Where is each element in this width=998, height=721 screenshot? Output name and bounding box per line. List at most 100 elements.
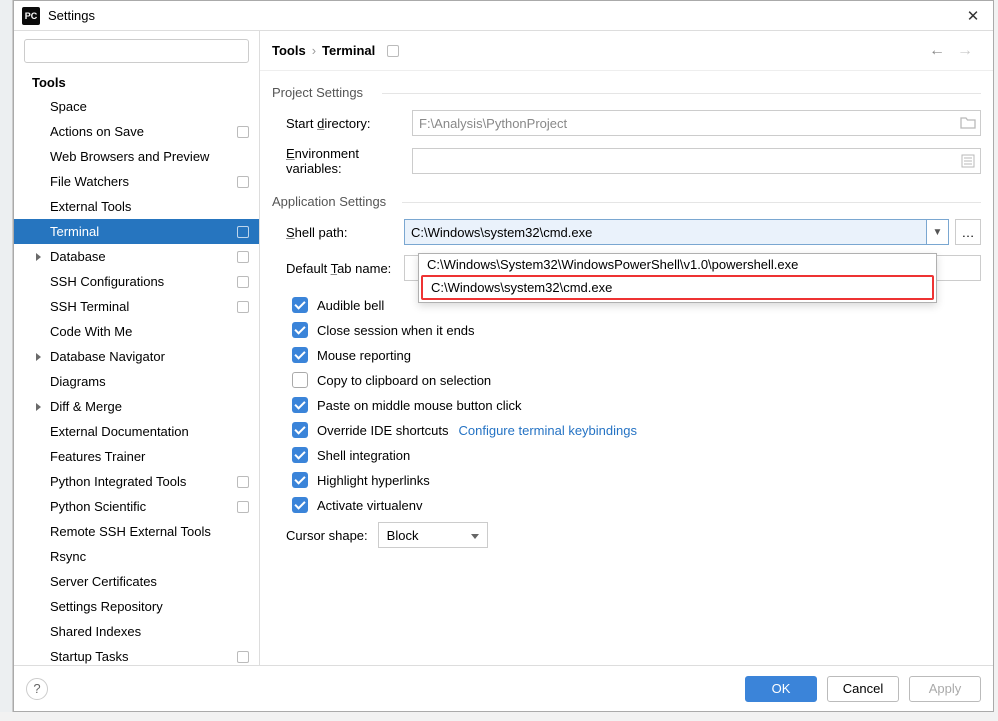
- project-scope-flag-icon: [237, 251, 249, 263]
- option-row: Close session when it ends: [272, 322, 981, 338]
- chevron-right-icon: ›: [312, 43, 316, 58]
- folder-icon[interactable]: [960, 115, 976, 131]
- checkbox-label[interactable]: Override IDE shortcuts: [317, 423, 449, 438]
- sidebar-item-diff-merge[interactable]: Diff & Merge: [14, 394, 259, 419]
- checkbox[interactable]: [292, 497, 308, 513]
- sidebar-item-ssh-terminal[interactable]: SSH Terminal: [14, 294, 259, 319]
- option-row: Activate virtualenv: [272, 497, 981, 513]
- sidebar-item-startup-tasks[interactable]: Startup Tasks: [14, 644, 259, 665]
- project-scope-flag-icon: [237, 301, 249, 313]
- sidebar-item-external-documentation[interactable]: External Documentation: [14, 419, 259, 444]
- tree-heading-tools[interactable]: Tools: [14, 69, 259, 94]
- checkbox[interactable]: [292, 472, 308, 488]
- section-application-settings: Application Settings: [272, 194, 981, 209]
- option-row: Shell integration: [272, 447, 981, 463]
- sidebar-item-label: External Tools: [50, 199, 131, 214]
- label-shell-path: Shell path:: [272, 225, 404, 240]
- checkbox-label[interactable]: Audible bell: [317, 298, 384, 313]
- checkbox-label[interactable]: Close session when it ends: [317, 323, 475, 338]
- list-icon[interactable]: [960, 153, 976, 169]
- project-scope-flag-icon: [237, 226, 249, 238]
- env-variables-input[interactable]: [412, 148, 981, 174]
- project-scope-flag-icon: [237, 651, 249, 663]
- dropdown-item-powershell[interactable]: C:\Windows\System32\WindowsPowerShell\v1…: [419, 254, 936, 275]
- sidebar-item-label: Diff & Merge: [50, 399, 122, 414]
- sidebar-item-features-trainer[interactable]: Features Trainer: [14, 444, 259, 469]
- ok-button[interactable]: OK: [745, 676, 817, 702]
- sidebar-item-space[interactable]: Space: [14, 94, 259, 119]
- shell-path-dropdown: C:\Windows\System32\WindowsPowerShell\v1…: [418, 253, 937, 303]
- checkbox-label[interactable]: Activate virtualenv: [317, 498, 423, 513]
- sidebar-item-code-with-me[interactable]: Code With Me: [14, 319, 259, 344]
- breadcrumb-leaf: Terminal: [322, 43, 375, 58]
- checkbox-label[interactable]: Paste on middle mouse button click: [317, 398, 522, 413]
- sidebar-item-settings-repository[interactable]: Settings Repository: [14, 594, 259, 619]
- option-row: Mouse reporting: [272, 347, 981, 363]
- sidebar-item-label: Remote SSH External Tools: [50, 524, 211, 539]
- sidebar-item-label: Startup Tasks: [50, 649, 129, 664]
- sidebar-item-label: Code With Me: [50, 324, 132, 339]
- settings-content: Tools › Terminal ← → Project Settings St…: [260, 31, 993, 665]
- dropdown-item-cmd[interactable]: C:\Windows\system32\cmd.exe: [421, 275, 934, 300]
- project-scope-flag-icon: [237, 126, 249, 138]
- sidebar-item-diagrams[interactable]: Diagrams: [14, 369, 259, 394]
- sidebar-item-label: Actions on Save: [50, 124, 144, 139]
- sidebar-item-python-integrated-tools[interactable]: Python Integrated Tools: [14, 469, 259, 494]
- forward-button[interactable]: →: [957, 42, 973, 60]
- dialog-footer: ? OK Cancel Apply: [14, 665, 993, 711]
- checkbox[interactable]: [292, 347, 308, 363]
- breadcrumb-root[interactable]: Tools: [272, 43, 306, 58]
- cancel-button[interactable]: Cancel: [827, 676, 899, 702]
- cursor-shape-select[interactable]: Block: [378, 522, 488, 548]
- close-icon[interactable]: ✕: [961, 4, 985, 28]
- checkbox[interactable]: [292, 422, 308, 438]
- checkbox[interactable]: [292, 372, 308, 388]
- checkbox[interactable]: [292, 447, 308, 463]
- checkbox-label[interactable]: Copy to clipboard on selection: [317, 373, 491, 388]
- sidebar-item-remote-ssh-external-tools[interactable]: Remote SSH External Tools: [14, 519, 259, 544]
- sidebar-item-actions-on-save[interactable]: Actions on Save: [14, 119, 259, 144]
- configure-keybindings-link[interactable]: Configure terminal keybindings: [459, 423, 637, 438]
- sidebar-item-shared-indexes[interactable]: Shared Indexes: [14, 619, 259, 644]
- sidebar-item-database[interactable]: Database: [14, 244, 259, 269]
- checkbox-label[interactable]: Shell integration: [317, 448, 410, 463]
- sidebar-item-web-browsers-and-preview[interactable]: Web Browsers and Preview: [14, 144, 259, 169]
- checkbox[interactable]: [292, 397, 308, 413]
- sidebar-item-ssh-configurations[interactable]: SSH Configurations: [14, 269, 259, 294]
- shell-path-input[interactable]: [404, 219, 927, 245]
- nav-arrows: ← →: [929, 42, 973, 60]
- sidebar-item-python-scientific[interactable]: Python Scientific: [14, 494, 259, 519]
- titlebar: PC Settings ✕: [14, 1, 993, 31]
- sidebar-item-label: SSH Terminal: [50, 299, 129, 314]
- checkbox-label[interactable]: Mouse reporting: [317, 348, 411, 363]
- app-icon: PC: [22, 7, 40, 25]
- sidebar-item-label: SSH Configurations: [50, 274, 164, 289]
- sidebar-item-file-watchers[interactable]: File Watchers: [14, 169, 259, 194]
- project-scope-flag-icon: [387, 45, 399, 57]
- sidebar-item-label: Settings Repository: [50, 599, 163, 614]
- checkbox[interactable]: [292, 322, 308, 338]
- sidebar-item-label: Terminal: [50, 224, 99, 239]
- start-directory-input[interactable]: [412, 110, 981, 136]
- settings-sidebar: Tools Space Actions on Save Web Browsers a…: [14, 31, 260, 665]
- search-input[interactable]: [24, 39, 249, 63]
- help-button[interactable]: ?: [26, 678, 48, 700]
- sidebar-item-database-navigator[interactable]: Database Navigator: [14, 344, 259, 369]
- section-project-settings: Project Settings: [272, 85, 981, 100]
- sidebar-item-label: Database Navigator: [50, 349, 165, 364]
- sidebar-item-rsync[interactable]: Rsync: [14, 544, 259, 569]
- checkbox[interactable]: [292, 297, 308, 313]
- back-button[interactable]: ←: [929, 42, 945, 60]
- project-scope-flag-icon: [237, 476, 249, 488]
- shell-path-browse-button[interactable]: …: [955, 219, 981, 245]
- sidebar-item-label: Shared Indexes: [50, 624, 141, 639]
- shell-path-dropdown-button[interactable]: ▼: [927, 219, 949, 245]
- sidebar-item-external-tools[interactable]: External Tools: [14, 194, 259, 219]
- apply-button[interactable]: Apply: [909, 676, 981, 702]
- sidebar-item-terminal[interactable]: Terminal: [14, 219, 259, 244]
- sidebar-item-label: File Watchers: [50, 174, 129, 189]
- sidebar-item-server-certificates[interactable]: Server Certificates: [14, 569, 259, 594]
- settings-tree[interactable]: Tools Space Actions on Save Web Browsers a…: [14, 69, 259, 665]
- checkbox-label[interactable]: Highlight hyperlinks: [317, 473, 430, 488]
- label-cursor-shape: Cursor shape:: [286, 528, 368, 543]
